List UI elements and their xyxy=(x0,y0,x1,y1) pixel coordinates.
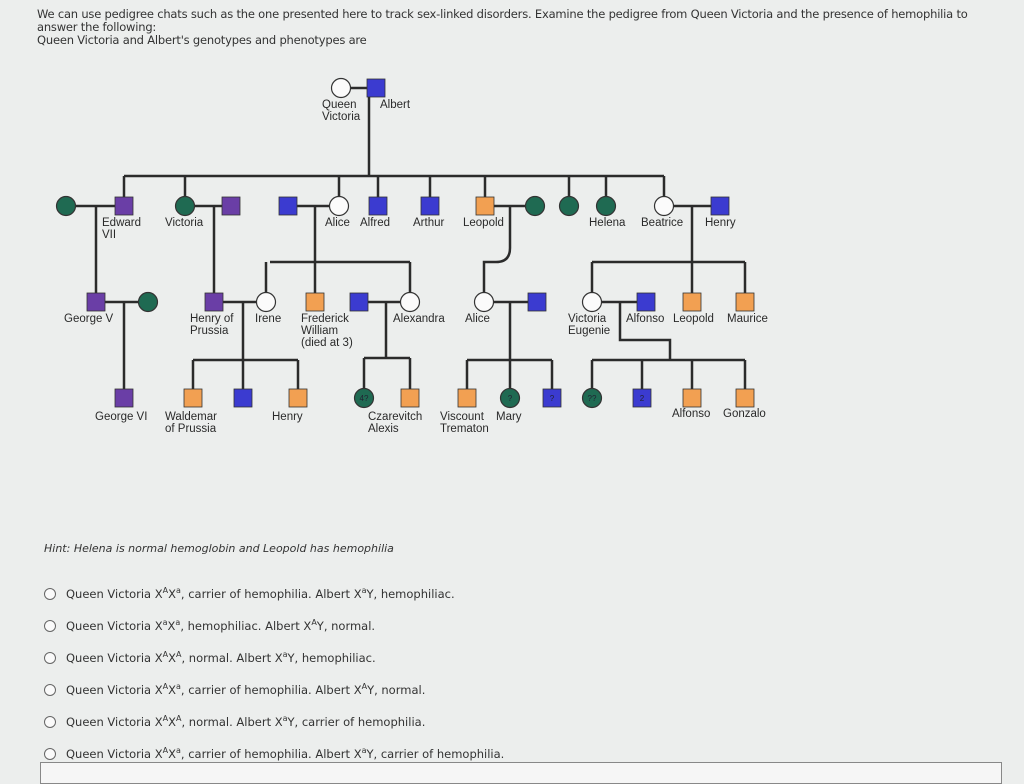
beatrice-circle xyxy=(653,195,675,217)
person-label: Queen Victoria xyxy=(322,99,361,123)
person-label: Henry xyxy=(705,217,736,229)
maurice-square xyxy=(735,292,755,312)
person-label: Leopold xyxy=(463,217,504,229)
person-label: Irene xyxy=(255,313,281,325)
radio-button[interactable] xyxy=(44,652,56,664)
unnamed-square xyxy=(233,388,253,408)
person-label: Alice xyxy=(465,313,490,325)
symbol-mark: 4? xyxy=(360,394,369,403)
frederick-william-died-at-3-square xyxy=(305,292,325,312)
person-label: George VI xyxy=(95,411,147,423)
person-label: George V xyxy=(64,313,114,325)
person-label: Alice xyxy=(325,217,350,229)
viscount-trematon-square xyxy=(457,388,477,408)
alice-circle xyxy=(328,195,350,217)
person-label: Edward VII xyxy=(102,217,141,241)
person-label: Victoria Eugenie xyxy=(568,313,610,337)
alfonso-square xyxy=(636,292,656,312)
person-label: Arthur xyxy=(413,217,444,229)
henry-square xyxy=(288,388,308,408)
radio-button[interactable] xyxy=(44,748,56,760)
unnamed-square xyxy=(349,292,369,312)
person-label: Alfonso xyxy=(672,408,710,420)
symbol-mark: ? xyxy=(550,394,555,403)
person-label: Alexandra xyxy=(393,313,445,325)
option-label[interactable]: Queen Victoria XAXA, normal. Albert XaY,… xyxy=(66,651,376,666)
leopold-square xyxy=(475,196,495,216)
person-label: Leopold xyxy=(673,313,714,325)
unnamed-square xyxy=(221,196,241,216)
hint-text: Hint: Helena is normal hemoglobin and Le… xyxy=(44,542,394,555)
edward-vii-square xyxy=(114,196,134,216)
person-label: Waldemar of Prussia xyxy=(165,411,217,435)
person-label: Czarevitch Alexis xyxy=(368,411,422,435)
radio-button[interactable] xyxy=(44,716,56,728)
radio-button[interactable] xyxy=(44,620,56,632)
victoria-circle xyxy=(174,195,196,217)
henry-of-prussia-square xyxy=(204,292,224,312)
option-label[interactable]: Queen Victoria XaXa, hemophiliac. Albert… xyxy=(66,619,375,634)
alice-circle xyxy=(473,291,495,313)
unnamed-circle xyxy=(558,195,580,217)
answer-option-1[interactable]: Queen Victoria XAXa, carrier of hemophil… xyxy=(44,578,504,610)
person-label: Beatrice xyxy=(641,217,683,229)
george-v-square xyxy=(86,292,106,312)
option-label[interactable]: Queen Victoria XAXa, carrier of hemophil… xyxy=(66,747,504,762)
person-label: Maurice xyxy=(727,313,768,325)
symbol-mark: ? xyxy=(508,394,513,403)
radio-button[interactable] xyxy=(44,684,56,696)
alexandra-circle xyxy=(399,291,421,313)
symbol-mark: ?? xyxy=(588,394,597,403)
alfred-square xyxy=(368,196,388,216)
answer-option-4[interactable]: Queen Victoria XAXa, carrier of hemophil… xyxy=(44,674,504,706)
radio-button[interactable] xyxy=(44,588,56,600)
george-vi-square xyxy=(114,388,134,408)
person-label: Alfonso xyxy=(626,313,664,325)
person-label: Albert xyxy=(380,99,411,111)
person-label: Frederick William (died at 3) xyxy=(301,313,353,349)
next-section-box xyxy=(40,762,1002,784)
option-label[interactable]: Queen Victoria XAXA, normal. Albert XaY,… xyxy=(66,715,425,730)
victoria-eugenie-circle xyxy=(581,291,603,313)
symbol-mark: 2 xyxy=(640,394,645,403)
answer-option-3[interactable]: Queen Victoria XAXA, normal. Albert XaY,… xyxy=(44,642,504,674)
option-label[interactable]: Queen Victoria XAXa, carrier of hemophil… xyxy=(66,683,425,698)
unnamed-square xyxy=(278,196,298,216)
option-label[interactable]: Queen Victoria XAXa, carrier of hemophil… xyxy=(66,587,455,602)
answer-option-5[interactable]: Queen Victoria XAXA, normal. Albert XaY,… xyxy=(44,706,504,738)
person-label: Helena xyxy=(589,217,626,229)
person-label: Alfred xyxy=(360,217,390,229)
answer-options: Queen Victoria XAXa, carrier of hemophil… xyxy=(44,578,504,770)
gonzalo-square xyxy=(735,388,755,408)
unnamed-circle xyxy=(137,291,159,313)
pedigree-chart: Queen Victoria Albert Edward VII Victoria Alic… xyxy=(55,77,768,435)
unnamed-circle xyxy=(524,195,546,217)
czarevitch-alexis-square xyxy=(400,388,420,408)
irene-circle xyxy=(255,291,277,313)
arthur-square xyxy=(420,196,440,216)
person-label: Victoria xyxy=(165,217,204,229)
henry-square xyxy=(710,196,730,216)
person-label: Henry of Prussia xyxy=(190,313,234,337)
unnamed-square xyxy=(527,292,547,312)
waldemar-of-prussia-square xyxy=(183,388,203,408)
albert-square xyxy=(366,78,386,98)
person-label: Henry xyxy=(272,411,303,423)
queen-victoria-circle xyxy=(330,77,352,99)
helena-circle xyxy=(595,195,617,217)
answer-option-2[interactable]: Queen Victoria XaXa, hemophiliac. Albert… xyxy=(44,610,504,642)
leopold-square xyxy=(682,292,702,312)
alfonso-square xyxy=(682,388,702,408)
person-label: Viscount Trematon xyxy=(440,411,489,435)
person-label: Gonzalo xyxy=(723,408,766,420)
person-label: Mary xyxy=(496,411,522,423)
unnamed-circle xyxy=(55,195,77,217)
